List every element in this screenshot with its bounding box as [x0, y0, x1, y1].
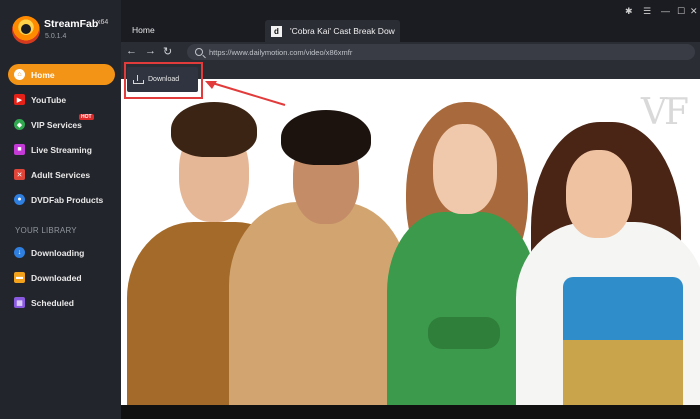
youtube-icon: ▶ — [14, 94, 25, 105]
address-bar: ← → ↻ https://www.dailymotion.com/video/… — [121, 42, 700, 62]
search-icon — [195, 48, 203, 56]
hot-badge: HOT — [79, 114, 94, 120]
sidebar-item-home[interactable]: ⌂ Home — [8, 64, 115, 85]
close-icon[interactable]: ✕ — [690, 6, 698, 17]
video-player[interactable]: VF — [121, 62, 700, 419]
scheduled-icon: ▦ — [14, 297, 25, 308]
sidebar-item-downloaded[interactable]: ▬ Downloaded — [8, 267, 115, 288]
player-watermark: VF — [641, 92, 689, 133]
tab-home[interactable]: Home — [132, 25, 155, 35]
sidebar-nav: ⌂ Home ▶ YouTube ◆ VIP Services HOT ■ Li… — [0, 64, 121, 214]
reload-icon[interactable]: ↻ — [163, 45, 172, 58]
sidebar-item-label: Downloading — [31, 247, 85, 258]
menu-icon[interactable]: ☰ — [643, 6, 651, 17]
minimize-icon[interactable]: — — [661, 6, 670, 16]
sidebar-item-label: Downloaded — [31, 272, 82, 283]
sidebar-item-live-streaming[interactable]: ■ Live Streaming — [8, 139, 115, 160]
url-text: https://www.dailymotion.com/video/x86xmf… — [209, 47, 353, 57]
settings-icon[interactable]: ✱ — [625, 6, 633, 17]
download-highlight-box — [124, 62, 203, 99]
library-section-label: YOUR LIBRARY — [15, 226, 77, 235]
sidebar-item-adult-services[interactable]: ✕ Adult Services — [8, 164, 115, 185]
sidebar-item-label: Scheduled — [31, 297, 74, 308]
sidebar-item-label: DVDFab Products — [31, 194, 104, 205]
sidebar-item-scheduled[interactable]: ▦ Scheduled — [8, 292, 115, 313]
top-bar: Home d 'Cobra Kai' Cast Break Dow ✱ ☰ — … — [121, 0, 700, 42]
sidebar-item-label: Adult Services — [31, 169, 91, 180]
annotation-arrow-icon — [205, 81, 286, 106]
sidebar-item-vip-services[interactable]: ◆ VIP Services HOT — [8, 114, 115, 135]
brand: StreamFab x64 5.0.1.4 — [12, 14, 117, 48]
sidebar-item-label: YouTube — [31, 94, 67, 105]
app-arch: x64 — [97, 19, 109, 26]
sidebar-item-dvdfab-products[interactable]: ● DVDFab Products — [8, 189, 115, 210]
downloaded-icon: ▬ — [14, 272, 25, 283]
streamfab-logo-icon — [12, 16, 40, 44]
video-top-band — [121, 62, 700, 79]
library-nav: ↓ Downloading ▬ Downloaded ▦ Scheduled — [0, 242, 121, 317]
tab-video[interactable]: d 'Cobra Kai' Cast Break Dow — [265, 20, 400, 42]
maximize-icon[interactable]: ☐ — [677, 6, 685, 17]
tab-video-title: 'Cobra Kai' Cast Break Dow — [290, 26, 395, 36]
dailymotion-favicon-icon: d — [271, 25, 282, 37]
sidebar-item-youtube[interactable]: ▶ YouTube — [8, 89, 115, 110]
vip-icon: ◆ — [14, 119, 25, 130]
dvdfab-icon: ● — [14, 194, 25, 205]
sidebar-item-label: Live Streaming — [31, 144, 92, 155]
app-version: 5.0.1.4 — [45, 33, 67, 40]
downloading-icon: ↓ — [14, 247, 25, 258]
live-streaming-icon: ■ — [14, 144, 25, 155]
home-icon: ⌂ — [14, 69, 25, 80]
app-name: StreamFab — [44, 18, 99, 30]
video-bottom-bar — [121, 405, 700, 419]
sidebar-item-label: VIP Services — [31, 119, 82, 130]
url-input[interactable]: https://www.dailymotion.com/video/x86xmf… — [187, 44, 695, 60]
adult-services-icon: ✕ — [14, 169, 25, 180]
back-icon[interactable]: ← — [126, 45, 137, 57]
sidebar-item-label: Home — [31, 69, 55, 80]
forward-icon[interactable]: → — [145, 45, 156, 57]
sidebar-item-downloading[interactable]: ↓ Downloading — [8, 242, 115, 263]
sidebar: StreamFab x64 5.0.1.4 ⌂ Home ▶ YouTube ◆… — [0, 0, 121, 419]
